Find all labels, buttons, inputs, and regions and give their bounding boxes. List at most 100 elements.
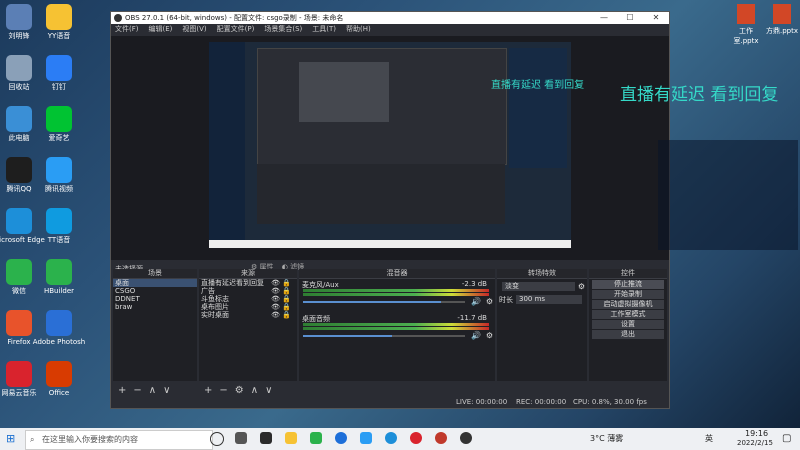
scene-item[interactable]: DDNET xyxy=(113,295,197,303)
edge-taskbar-icon[interactable] xyxy=(385,432,397,444)
source-item[interactable]: 广告 👁 🔒 xyxy=(199,287,297,295)
maximize-icon[interactable]: ☐ xyxy=(617,12,643,24)
clock-date[interactable]: 2022/2/15 xyxy=(737,439,773,447)
app-icon xyxy=(6,106,32,132)
desktop-file[interactable]: 工作室.pptx xyxy=(728,4,764,46)
mixer-body: 麦克风/Aux -2.3 dB 🔊 ⚙ 桌面音频 -11.7 dB 🔊 ⚙ xyxy=(299,279,495,381)
control-button[interactable]: 工作室模式 xyxy=(592,310,664,319)
desktop-icon[interactable]: Adobe Photosh xyxy=(31,310,87,347)
menu-item[interactable]: 配置文件(P) xyxy=(217,24,255,35)
menu-item[interactable]: 编辑(E) xyxy=(149,24,173,35)
wechat-taskbar-icon[interactable] xyxy=(310,432,322,444)
volume-slider[interactable] xyxy=(303,301,465,303)
speaker-icon[interactable]: 🔊 xyxy=(471,297,481,306)
app-icon xyxy=(6,259,32,285)
transition-select[interactable]: 淡变 xyxy=(502,282,575,291)
down-icon[interactable]: ∨ xyxy=(265,385,272,396)
obs-taskbar-icon[interactable] xyxy=(260,432,272,444)
duration-input[interactable]: 300 ms xyxy=(516,295,582,304)
desktop-icon[interactable]: YY语音 xyxy=(31,4,87,41)
up-icon[interactable]: ∧ xyxy=(149,385,156,396)
speaker-icon[interactable]: 🔊 xyxy=(471,331,481,340)
source-label: 广告 xyxy=(201,287,215,295)
add-icon[interactable]: + xyxy=(118,385,126,396)
desktop-files: 工作室.pptx 方鼎.pptx xyxy=(728,0,800,60)
desktop-icon[interactable]: 爱奇艺 xyxy=(31,106,87,143)
scene-item[interactable]: braw xyxy=(113,303,197,311)
control-button[interactable]: 设置 xyxy=(592,320,664,329)
mail-icon[interactable] xyxy=(360,432,372,444)
visibility-lock-icon[interactable]: 👁 🔒 xyxy=(271,295,291,303)
taskbar-search[interactable]: ⌕ 在这里输入你要搜索的内容 xyxy=(25,430,213,450)
desktop-icon-label: 钉钉 xyxy=(52,83,66,91)
menu-item[interactable]: 场景集合(S) xyxy=(264,24,302,35)
menu-item[interactable]: 文件(F) xyxy=(115,24,139,35)
remove-icon[interactable]: − xyxy=(133,385,141,396)
cortana-icon[interactable] xyxy=(210,432,224,446)
close-icon[interactable]: ✕ xyxy=(643,12,669,24)
app-icon xyxy=(46,4,72,30)
source-item[interactable]: 斗鱼标志 👁 🔒 xyxy=(199,295,297,303)
ime-indicator[interactable]: 英 xyxy=(705,433,713,444)
desktop-file[interactable]: 方鼎.pptx xyxy=(764,4,800,36)
scene-item[interactable]: 桌面 xyxy=(113,279,197,287)
control-button[interactable]: 停止推流 xyxy=(592,280,664,289)
control-button[interactable]: 开始录制 xyxy=(592,290,664,299)
gear-icon[interactable]: ⚙ xyxy=(486,297,493,306)
app-l-icon[interactable] xyxy=(335,432,347,444)
scenes-header: 场景 xyxy=(113,269,197,279)
mixer-channel: 桌面音频 -11.7 dB 🔊 ⚙ xyxy=(299,313,495,345)
remove-icon[interactable]: − xyxy=(219,385,227,396)
scene-item[interactable]: CSGO xyxy=(113,287,197,295)
minimize-icon[interactable]: — xyxy=(591,12,617,24)
source-item[interactable]: 直播有延迟看到回复 👁 🔒 xyxy=(199,279,297,287)
volume-meter xyxy=(303,289,489,292)
desktop-icon[interactable]: 钉钉 xyxy=(31,55,87,92)
mixer-dock: 混音器 麦克风/Aux -2.3 dB 🔊 ⚙ 桌面音频 -11.7 dB 🔊 ⚙ xyxy=(299,269,495,399)
visibility-lock-icon[interactable]: 👁 🔒 xyxy=(271,287,291,295)
visibility-lock-icon[interactable]: 👁 🔒 xyxy=(271,303,291,311)
control-button[interactable]: 退出 xyxy=(592,330,664,339)
desktop-icon[interactable]: HBuilder xyxy=(31,259,87,296)
obs-window: OBS 27.0.1 (64-bit, windows) - 配置文件: csg… xyxy=(110,11,670,409)
preview-area[interactable]: 直播有延迟 看到回复 xyxy=(111,36,669,260)
desktop-icon-label: YY语音 xyxy=(47,32,71,40)
visibility-lock-icon[interactable]: 👁 🔒 xyxy=(271,279,291,287)
controls-header: 控件 xyxy=(589,269,667,279)
volume-slider[interactable] xyxy=(303,335,465,337)
clock-time[interactable]: 19:16 xyxy=(745,429,768,438)
explorer-icon[interactable] xyxy=(285,432,297,444)
mixer-header: 混音器 xyxy=(299,269,495,279)
source-item[interactable]: 桌布图片 👁 🔒 xyxy=(199,303,297,311)
netease-taskbar-icon[interactable] xyxy=(410,432,422,444)
source-item[interactable]: 实时桌面 👁 🔒 xyxy=(199,311,297,319)
down-icon[interactable]: ∨ xyxy=(163,385,170,396)
control-button[interactable]: 启动虚拟摄像机 xyxy=(592,300,664,309)
up-icon[interactable]: ∧ xyxy=(251,385,258,396)
desktop-icon[interactable]: 腾讯视频 xyxy=(31,157,87,194)
windows-start-icon[interactable]: ⊞ xyxy=(6,432,15,445)
task-view-icon[interactable] xyxy=(235,432,247,444)
gear-icon[interactable]: ⚙ xyxy=(235,385,244,396)
visibility-lock-icon[interactable]: 👁 🔒 xyxy=(271,311,291,319)
volume-meter xyxy=(303,323,489,326)
csgo-taskbar-icon[interactable] xyxy=(460,432,472,444)
volume-fill xyxy=(303,335,393,337)
menu-item[interactable]: 帮助(H) xyxy=(346,24,371,35)
douyu-taskbar-icon[interactable] xyxy=(435,432,447,444)
menu-item[interactable]: 视图(V) xyxy=(182,24,206,35)
rec-status: REC: 00:00:00 xyxy=(516,398,567,406)
obs-titlebar[interactable]: OBS 27.0.1 (64-bit, windows) - 配置文件: csg… xyxy=(111,12,669,24)
notification-icon[interactable]: ▢ xyxy=(782,433,791,444)
overlay-caption: 直播有延迟 看到回复 xyxy=(620,85,779,105)
weather-text[interactable]: 3°C 薄雾 xyxy=(590,433,623,444)
gear-icon[interactable]: ⚙ xyxy=(486,331,493,340)
volume-meter xyxy=(303,293,489,296)
desktop-icon[interactable]: Office xyxy=(31,361,87,398)
menu-item[interactable]: 工具(T) xyxy=(312,24,336,35)
source-label: 斗鱼标志 xyxy=(201,295,229,303)
desktop-icon[interactable]: TT语音 xyxy=(31,208,87,245)
add-icon[interactable]: + xyxy=(204,385,212,396)
search-placeholder: 在这里输入你要搜索的内容 xyxy=(42,435,138,444)
gear-icon[interactable]: ⚙ xyxy=(578,282,585,291)
